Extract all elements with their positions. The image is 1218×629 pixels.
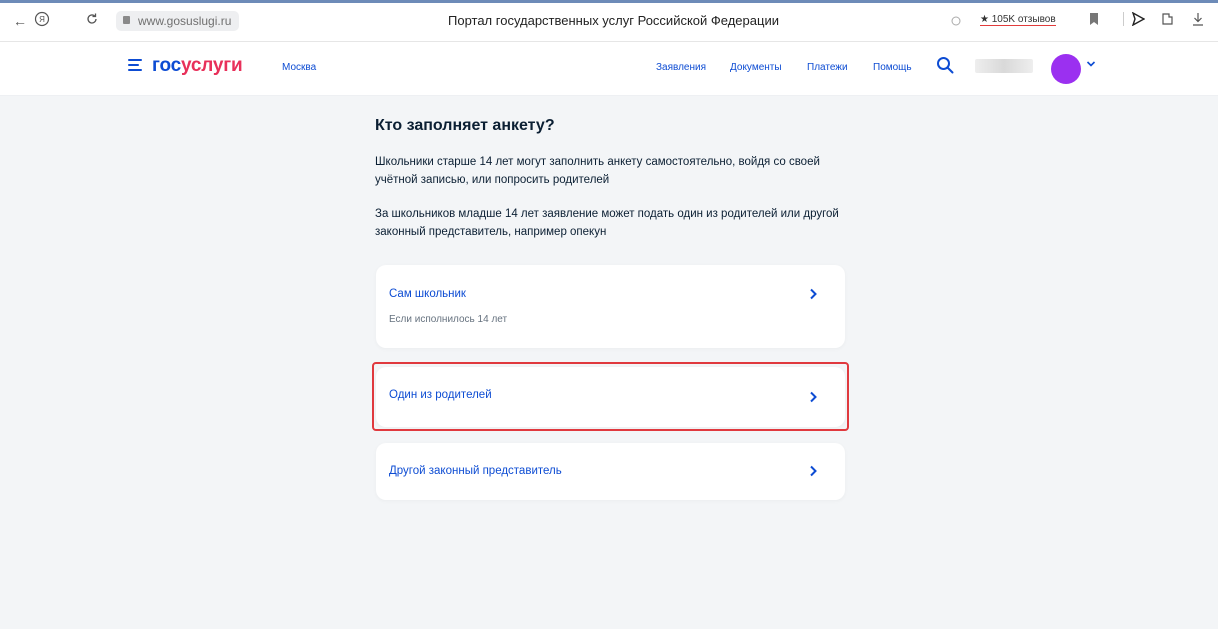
- yandex-icon[interactable]: Я: [32, 11, 52, 31]
- info-paragraph-1: Школьники старше 14 лет могут заполнить …: [375, 156, 820, 186]
- address-bar[interactable]: www.gosuslugi.ru: [116, 11, 240, 31]
- reviews-text: ★ 105K отзывов: [980, 14, 1056, 25]
- nav-payments[interactable]: Платежи: [807, 62, 848, 73]
- reviews-badge[interactable]: ★ 105K отзывов: [980, 14, 1056, 26]
- download-icon[interactable]: [1188, 11, 1208, 31]
- chevron-right-icon: [810, 391, 817, 403]
- protect-icon[interactable]: [946, 13, 966, 33]
- bookmark-icon[interactable]: [1084, 11, 1104, 31]
- gosuslugi-logo[interactable]: госуслуги: [152, 55, 243, 77]
- option-label: Другой законный представитель: [389, 465, 562, 477]
- chevron-down-icon[interactable]: [1086, 60, 1096, 71]
- nav-documents[interactable]: Документы: [730, 62, 782, 73]
- address-bar-url: www.gosuslugi.ru: [138, 14, 232, 28]
- option-card-parent[interactable]: Один из родителей: [376, 367, 845, 427]
- option-sublabel: Если исполнилось 14 лет: [389, 314, 508, 325]
- avatar[interactable]: [1051, 54, 1081, 84]
- chevron-right-icon: [810, 288, 817, 300]
- chevron-right-icon: [810, 465, 817, 477]
- extension-icon[interactable]: [1158, 11, 1178, 31]
- option-card-student[interactable]: Сам школьник Если исполнилось 14 лет: [376, 265, 845, 348]
- lock-icon: [123, 16, 130, 24]
- site-header: госуслуги Москва Заявления Документы Пла…: [0, 42, 1218, 96]
- svg-text:Я: Я: [39, 15, 45, 24]
- send-icon[interactable]: [1128, 11, 1148, 31]
- reload-icon[interactable]: [82, 11, 102, 31]
- city-selector[interactable]: Москва: [282, 62, 316, 73]
- option-label: Один из родителей: [389, 389, 492, 401]
- nav-help[interactable]: Помощь: [873, 62, 912, 73]
- page-title: Портал государственных услуг Российской …: [448, 13, 779, 28]
- option-card-guardian[interactable]: Другой законный представитель: [376, 443, 845, 500]
- logo-part2: услуги: [181, 55, 243, 76]
- logo-part1: гос: [152, 55, 181, 76]
- info-paragraph-2: За школьников младше 14 лет заявление мо…: [375, 208, 839, 238]
- nav-applications[interactable]: Заявления: [656, 62, 706, 73]
- search-icon[interactable]: [936, 56, 954, 74]
- user-name-blurred[interactable]: [975, 59, 1033, 73]
- back-arrow-icon[interactable]: ←: [10, 11, 30, 31]
- main-area: Кто заполняет анкету? Школьники старше 1…: [0, 96, 1218, 629]
- page-heading: Кто заполняет анкету?: [375, 117, 555, 134]
- browser-toolbar: ← Я www.gosuslugi.ru Портал государствен…: [0, 0, 1218, 42]
- option-label: Сам школьник: [389, 288, 466, 300]
- menu-icon[interactable]: [128, 59, 142, 71]
